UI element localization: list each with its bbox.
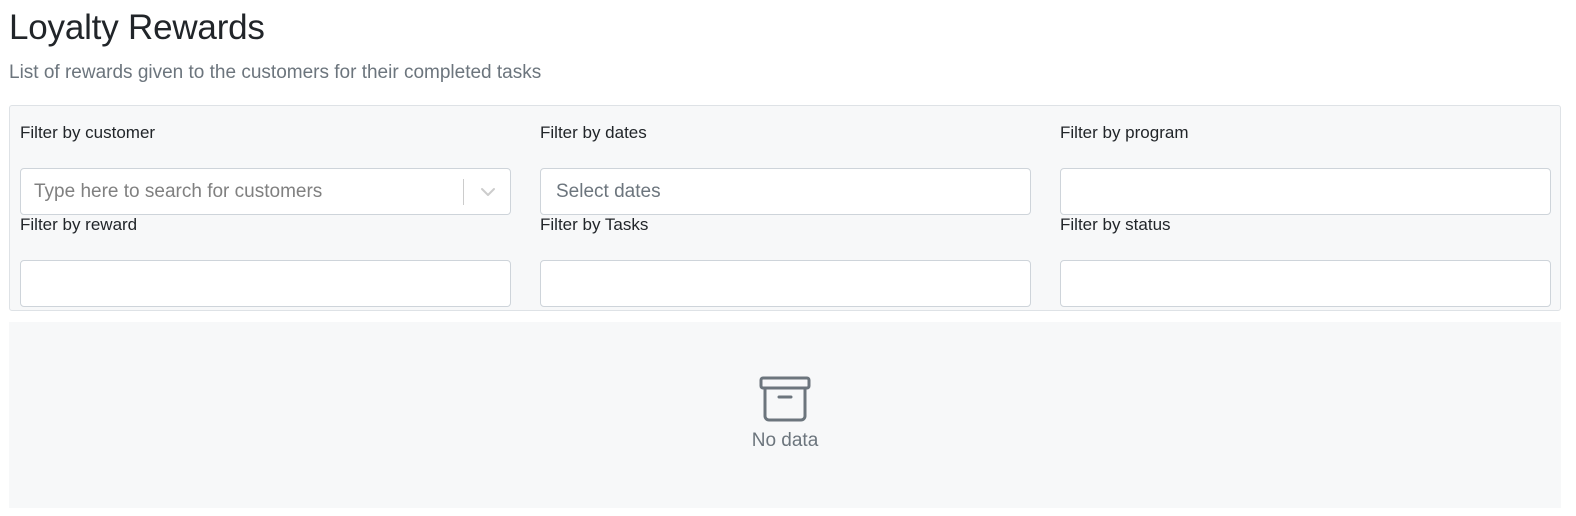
- archive-box-icon: [759, 376, 811, 422]
- dates-filter-group: Filter by dates: [540, 122, 1031, 215]
- filter-panel: Filter by customer Type here to search f…: [9, 105, 1561, 311]
- customer-filter-placeholder: Type here to search for customers: [34, 181, 323, 202]
- reward-filter-group: Filter by reward: [20, 214, 511, 307]
- customer-filter-select[interactable]: Type here to search for customers: [20, 168, 511, 215]
- status-filter-label: Filter by status: [1060, 215, 1171, 234]
- empty-state-text: No data: [751, 430, 819, 451]
- page-title: Loyalty Rewards: [9, 8, 265, 47]
- dates-filter-label: Filter by dates: [540, 123, 647, 142]
- dates-filter-input[interactable]: [540, 168, 1031, 215]
- tasks-filter-label: Filter by Tasks: [540, 215, 649, 234]
- status-filter-input[interactable]: [1060, 260, 1551, 307]
- reward-filter-input[interactable]: [20, 260, 511, 307]
- reward-filter-label: Filter by reward: [20, 215, 138, 234]
- status-filter-group: Filter by status: [1060, 214, 1551, 307]
- program-filter-input[interactable]: [1060, 168, 1551, 215]
- page-subtitle: List of rewards given to the customers f…: [9, 62, 542, 83]
- tasks-filter-group: Filter by Tasks: [540, 214, 1031, 307]
- customer-filter-label: Filter by customer: [20, 123, 156, 142]
- chevron-down-icon[interactable]: [478, 183, 498, 201]
- tasks-filter-input[interactable]: [540, 260, 1031, 307]
- select-separator: [463, 179, 464, 205]
- customer-filter-group: Filter by customer Type here to search f…: [20, 122, 511, 215]
- empty-state-panel: No data: [9, 322, 1561, 508]
- program-filter-group: Filter by program: [1060, 122, 1551, 215]
- program-filter-label: Filter by program: [1060, 123, 1189, 142]
